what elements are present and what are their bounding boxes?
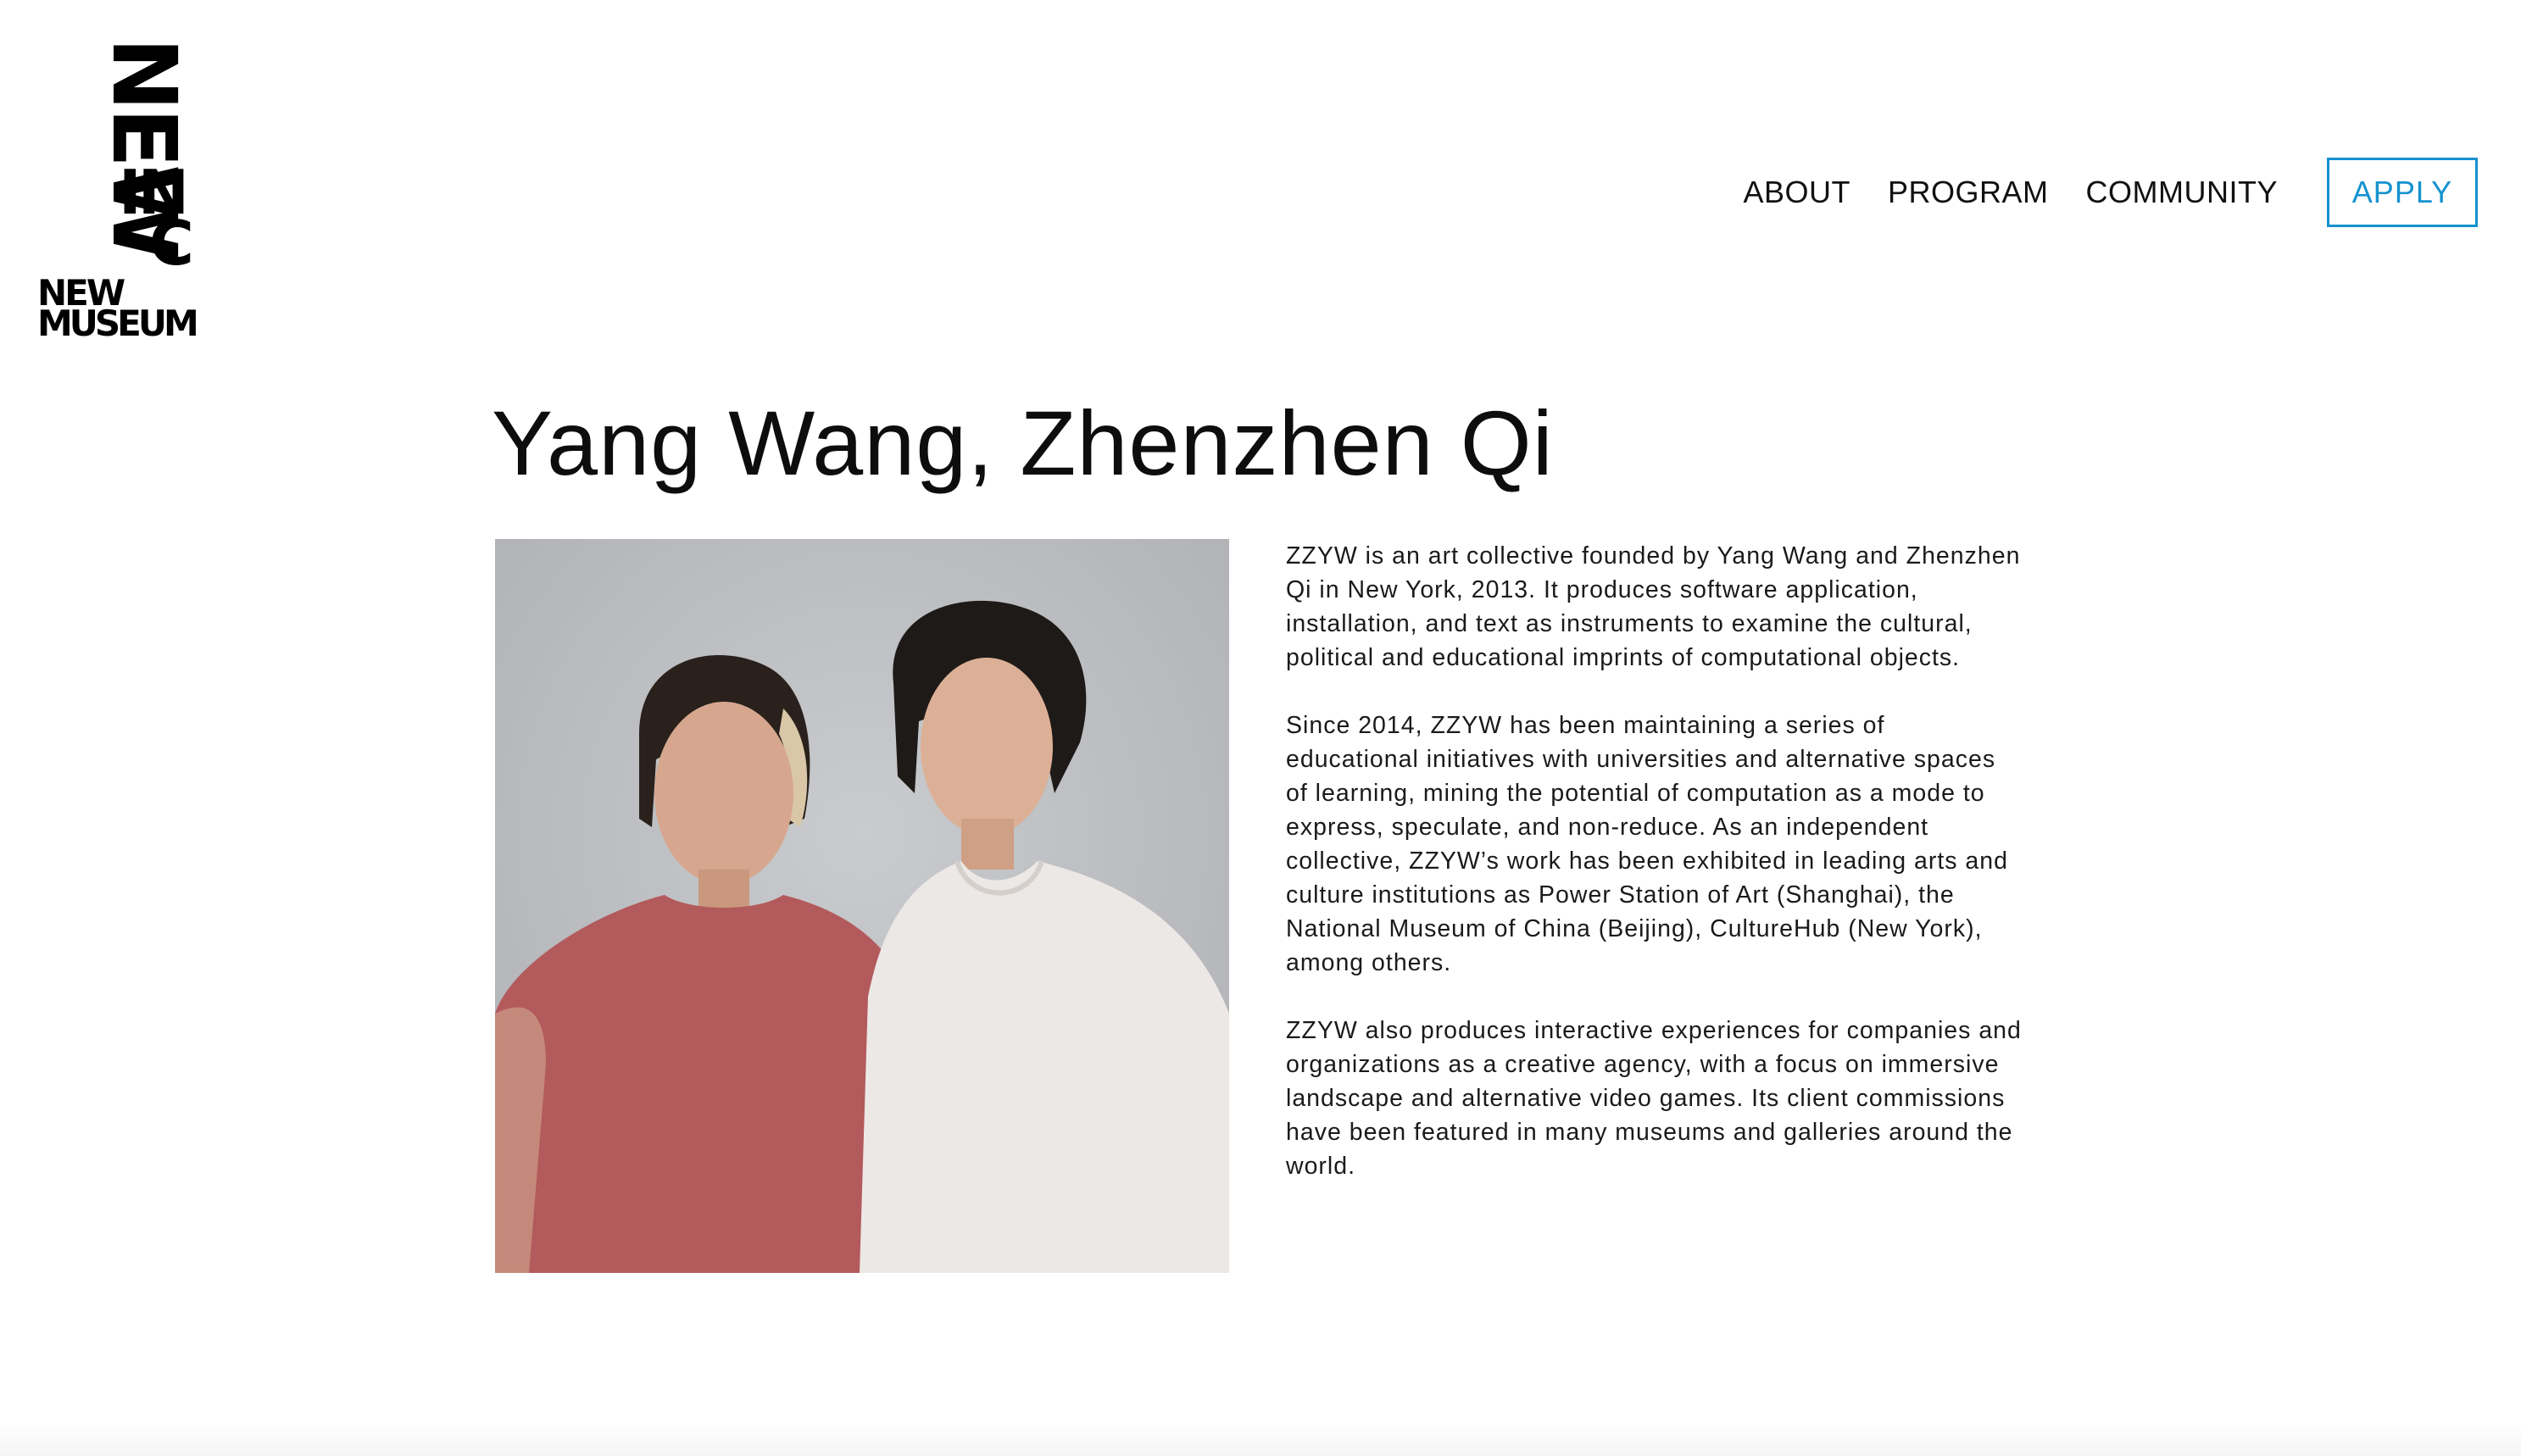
- nav-community-link[interactable]: COMMUNITY: [2086, 177, 2278, 208]
- footer-edge: [0, 1422, 2521, 1456]
- bio-paragraph-2: Since 2014, ZZYW has been maintaining a …: [1286, 712, 2008, 976]
- svg-text:MUSEUM: MUSEUM: [37, 303, 196, 339]
- apply-button[interactable]: APPLY: [2327, 158, 2478, 227]
- portrait-photo: [495, 539, 1229, 1273]
- bio-paragraph-3: ZZYW also produces interactive experienc…: [1286, 1017, 2022, 1180]
- new-inc-logo-icon: NEW IN C NEW MUSEUM: [37, 37, 198, 339]
- bio-text: ZZYW is an art collective founded by Yan…: [1286, 539, 2023, 1217]
- new-inc-logo[interactable]: NEW IN C NEW MUSEUM: [37, 37, 198, 339]
- svg-text:C: C: [149, 208, 194, 279]
- bio-paragraph-1: ZZYW is an art collective founded by Yan…: [1286, 542, 2021, 671]
- main-nav: ABOUT PROGRAM COMMUNITY APPLY: [1743, 158, 2478, 227]
- nav-about-link[interactable]: ABOUT: [1743, 177, 1850, 208]
- page-title: Yang Wang, Zhenzhen Qi: [492, 392, 1554, 494]
- nav-program-link[interactable]: PROGRAM: [1888, 177, 2049, 208]
